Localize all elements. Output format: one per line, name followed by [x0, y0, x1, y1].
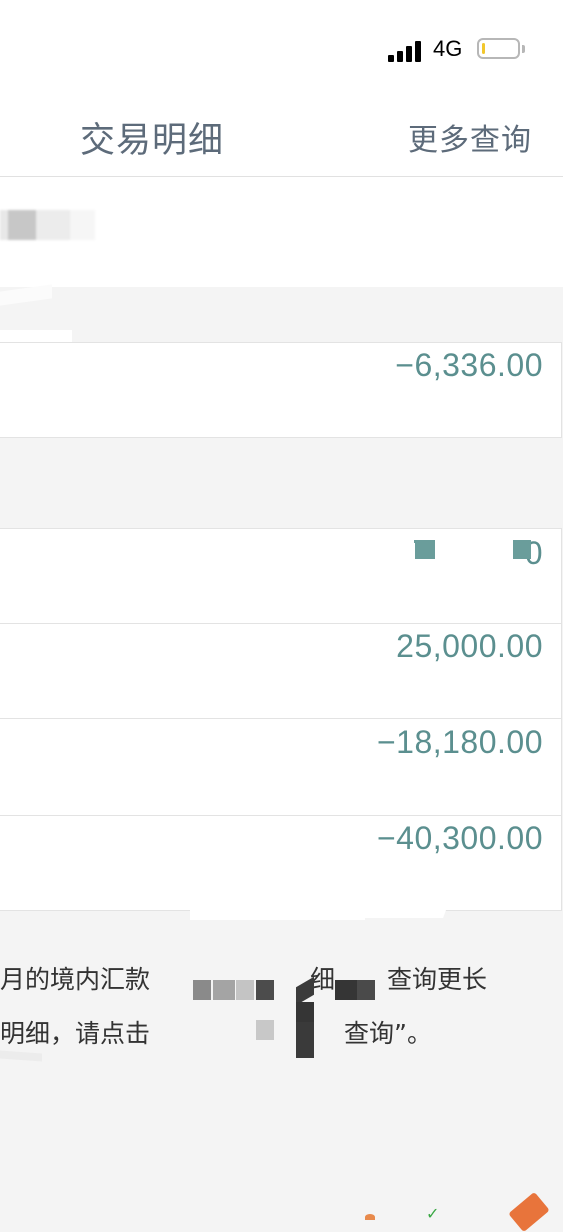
redaction-mark [0, 284, 52, 306]
amount-mosaic [414, 540, 435, 559]
account-info-mosaic [0, 210, 95, 240]
decoration-icon [365, 1214, 375, 1220]
battery-icon [477, 38, 520, 59]
more-query-button[interactable]: 更多查询 [408, 115, 532, 159]
transaction-amount: −18,180.00 [376, 724, 543, 760]
text-mosaic [236, 980, 254, 1000]
text-mosaic [193, 980, 211, 1000]
transaction-amount: −40,300.00 [376, 820, 543, 856]
text-mosaic [296, 1022, 314, 1058]
redaction-overlay [0, 624, 392, 718]
text-mosaic [357, 980, 375, 1000]
notice-line2-start: 明细，请点击 [0, 1019, 151, 1048]
network-type: 4G [433, 36, 463, 61]
notice-line1-start: 月的境内汇款 [0, 965, 151, 994]
status-bar: 4G [0, 0, 563, 96]
redaction-overlay [165, 720, 375, 815]
amount-mosaic [513, 540, 531, 559]
battery-cap-icon [522, 45, 525, 53]
redaction-overlay [293, 880, 457, 918]
text-mosaic [256, 1020, 274, 1040]
notice-line1-end: 查询更长 [387, 965, 488, 994]
text-mosaic [320, 1018, 345, 1046]
transaction-amount: −6,336.00 [395, 347, 543, 383]
battery-level-fill [482, 43, 485, 54]
signal-strength-icon [388, 40, 428, 62]
text-mosaic [335, 980, 357, 1000]
text-mosaic [213, 980, 235, 1000]
notice-line2-end: 查询”。 [344, 1019, 432, 1048]
decoration-icon [508, 1191, 550, 1232]
text-mosaic [296, 1002, 314, 1022]
redaction-overlay [0, 543, 415, 617]
page-title: 交易明细 [80, 121, 225, 161]
text-mosaic [178, 960, 190, 1040]
text-mosaic [256, 980, 274, 1000]
transaction-amount: 25,000.00 [396, 628, 543, 664]
transaction-row[interactable]: −6,336.00 [0, 342, 562, 438]
